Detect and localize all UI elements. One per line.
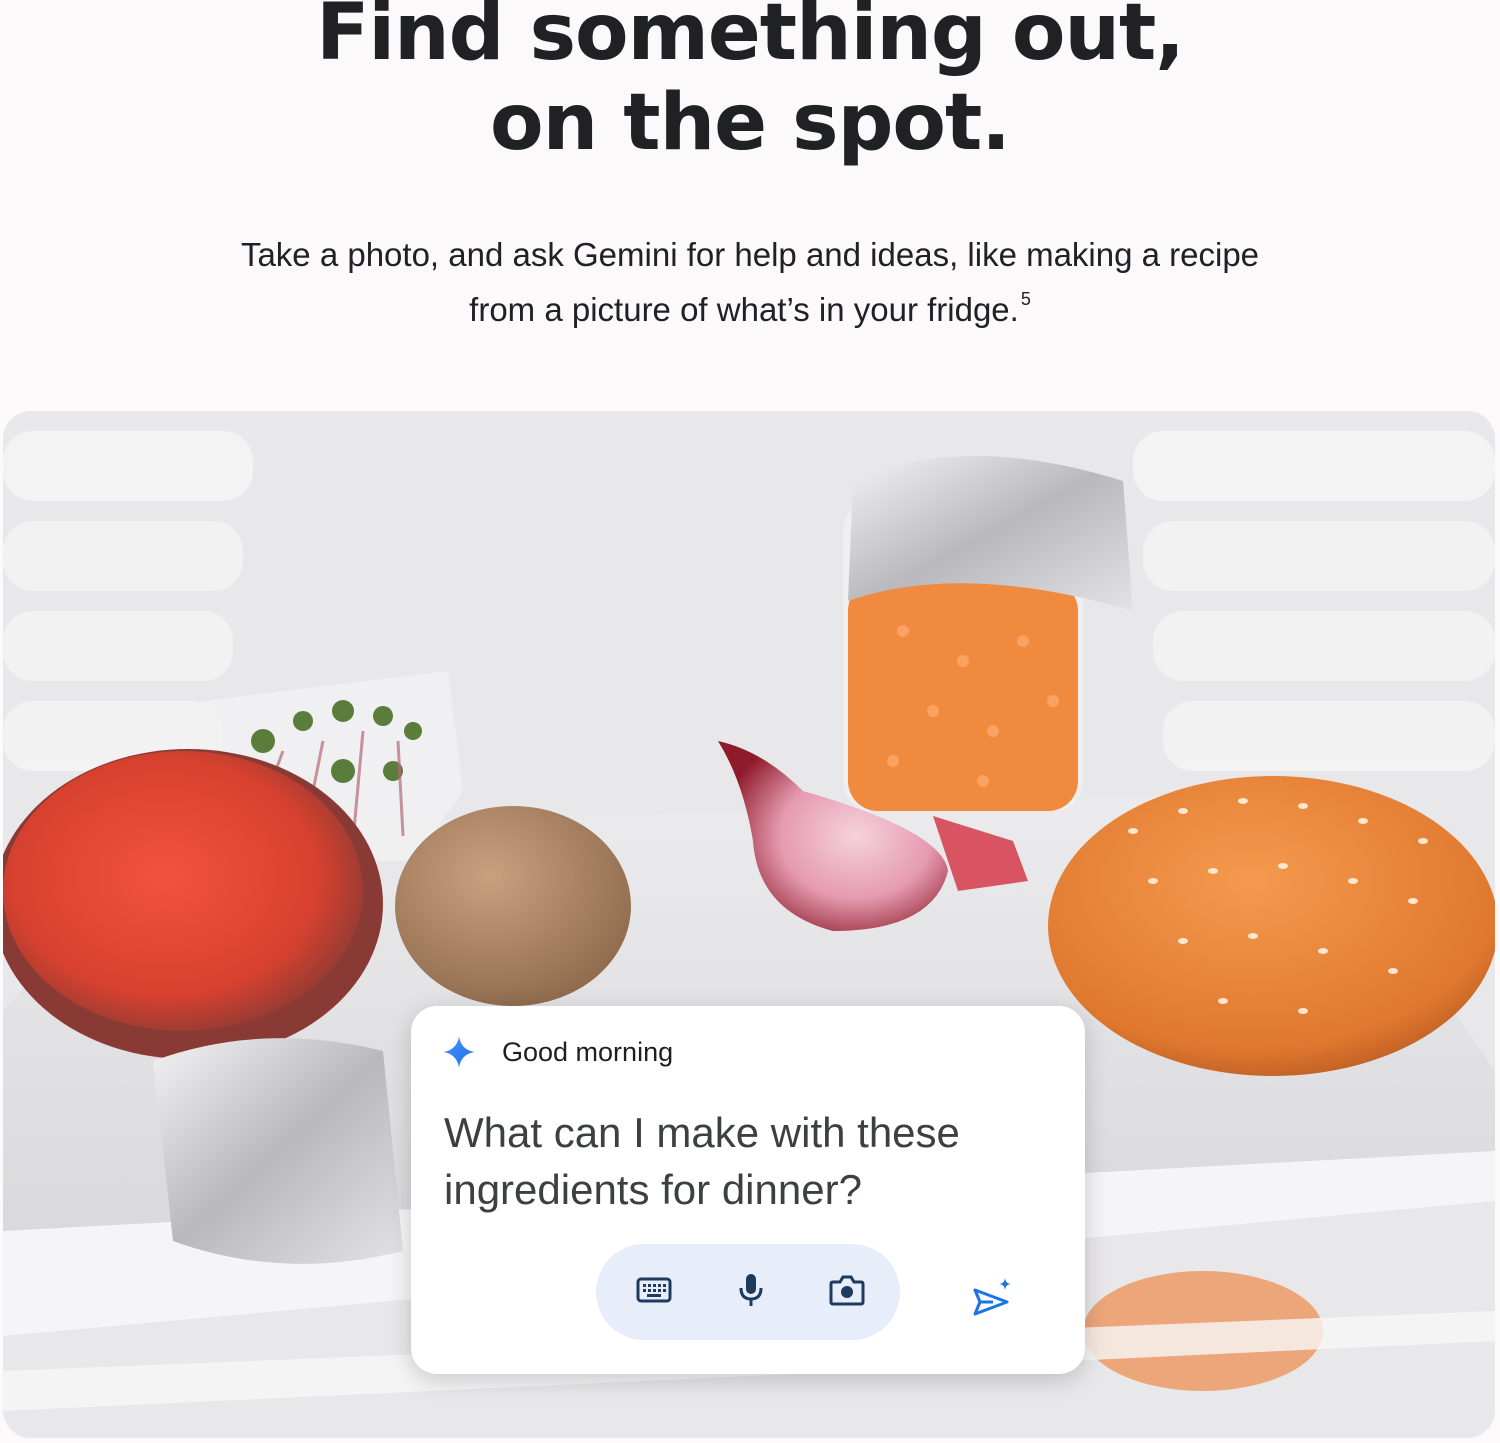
- prompt-question: What can I make with these ingredients f…: [444, 1104, 1044, 1218]
- gemini-spark-icon: [441, 1034, 477, 1070]
- microphone-icon: [737, 1272, 765, 1313]
- greeting-row: Good morning: [441, 1032, 673, 1072]
- page-title-line-2: on the spot.: [490, 78, 1011, 168]
- page-subtitle-line-1: Take a photo, and ask Gemini for help an…: [240, 236, 1260, 273]
- camera-button[interactable]: [827, 1272, 867, 1312]
- microphone-button[interactable]: [731, 1272, 771, 1312]
- input-mode-pill: [596, 1244, 900, 1340]
- send-sparkle-icon: [971, 1276, 1015, 1321]
- greeting-text: Good morning: [502, 1036, 674, 1067]
- page-subtitle: Take a photo, and ask Gemini for help an…: [0, 232, 1500, 332]
- page-subtitle-line-2: from a picture of what’s in your fridge.…: [0, 277, 1500, 332]
- send-button[interactable]: [971, 1276, 1015, 1320]
- gemini-prompt-card: Good morning What can I make with these …: [411, 1006, 1085, 1374]
- page-subtitle-line-2-text: from a picture of what’s in your fridge.: [469, 291, 1019, 328]
- keyboard-icon: [636, 1277, 672, 1308]
- prompt-question-line-1: What can I make with these: [444, 1109, 960, 1156]
- page-title-line-1: Find something out,: [316, 0, 1185, 78]
- prompt-question-line-2: ingredients for dinner?: [444, 1166, 862, 1213]
- keyboard-button[interactable]: [634, 1272, 674, 1312]
- camera-icon: [829, 1274, 865, 1311]
- page-title: Find something out, on the spot.: [0, 0, 1500, 168]
- footnote-marker[interactable]: 5: [1021, 289, 1031, 309]
